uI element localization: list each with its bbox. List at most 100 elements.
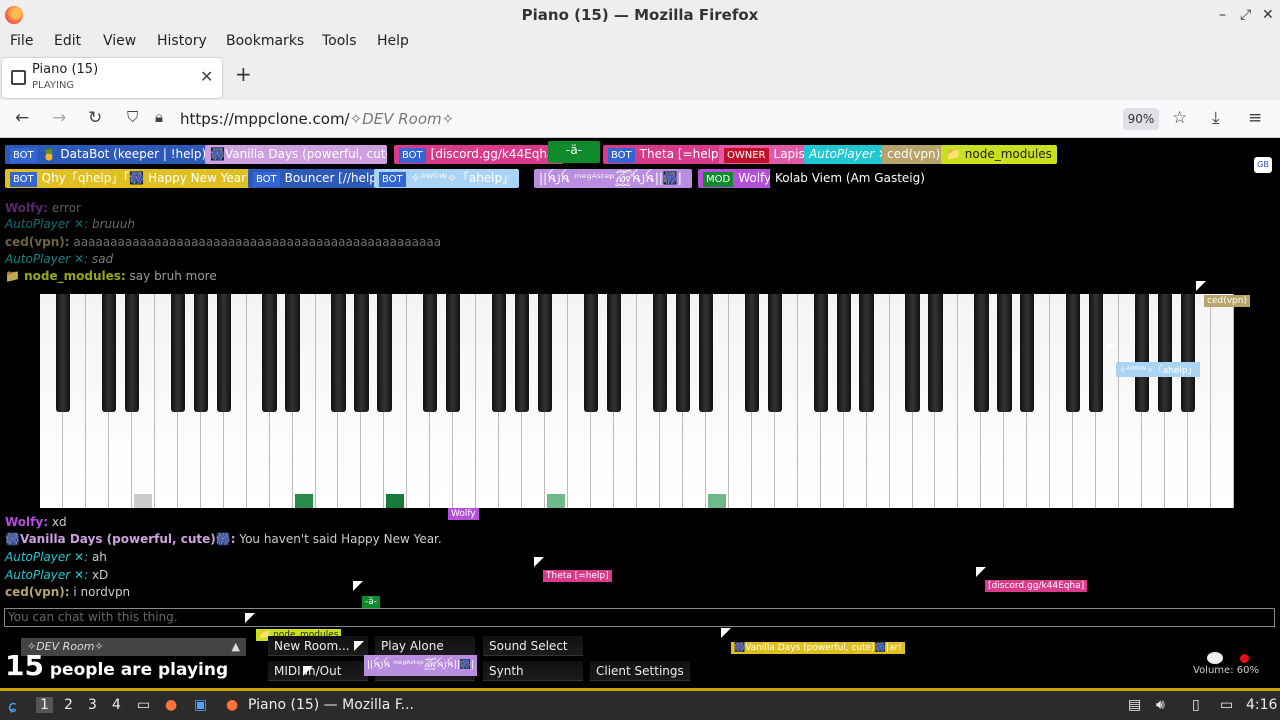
- new-room-button[interactable]: New Room...: [268, 636, 368, 656]
- black-key[interactable]: [1020, 294, 1035, 412]
- chat-input[interactable]: You can chat with this thing.: [4, 608, 1275, 627]
- black-key[interactable]: [515, 294, 530, 412]
- player-node-modules[interactable]: 📁 node_modules: [941, 145, 1057, 164]
- black-key[interactable]: [354, 294, 369, 412]
- sound-select-button[interactable]: Sound Select: [483, 636, 583, 656]
- reload-icon[interactable]: ↻: [88, 108, 102, 128]
- player-ced[interactable]: ced(vpn): [882, 145, 946, 164]
- taskbar-app-firefox[interactable]: Piano (15) — Mozilla F...: [248, 697, 414, 713]
- black-key[interactable]: [698, 294, 713, 412]
- black-key[interactable]: [262, 294, 277, 412]
- menu-bookmarks[interactable]: Bookmarks: [226, 33, 304, 49]
- menu-edit[interactable]: Edit: [54, 33, 81, 49]
- menu-help[interactable]: Help: [377, 33, 409, 49]
- lock-icon[interactable]: 🔒︎: [155, 108, 163, 126]
- player-bouncer[interactable]: BOT Bouncer [//help]: [248, 169, 387, 188]
- zoom-level[interactable]: 90%: [1123, 108, 1159, 130]
- player-wolfy[interactable]: MOD Wolfy: [698, 169, 777, 188]
- player-lapis[interactable]: OWNER Lapis: [719, 145, 810, 164]
- menu-history[interactable]: History: [157, 33, 207, 49]
- minimize-icon[interactable]: –: [1219, 0, 1226, 30]
- start-menu-icon[interactable]: ɕ: [8, 697, 17, 716]
- black-key[interactable]: [813, 294, 828, 412]
- workspace-4[interactable]: 4: [112, 697, 121, 713]
- bookmark-star-icon[interactable]: ☆: [1172, 108, 1187, 128]
- volume-knob-icon[interactable]: [1207, 652, 1223, 664]
- black-key[interactable]: [606, 294, 622, 412]
- player-name: Qhy「qhelp」「🎆 Happy New Year!」: [41, 171, 263, 185]
- black-key[interactable]: [216, 294, 231, 412]
- black-key[interactable]: [974, 294, 989, 412]
- maximize-icon[interactable]: ⤢: [1240, 0, 1251, 30]
- menu-view[interactable]: View: [103, 33, 136, 49]
- workspace-3[interactable]: 3: [88, 697, 97, 713]
- close-window-icon[interactable]: ✕: [1262, 0, 1274, 30]
- workspace-2[interactable]: 2: [64, 697, 73, 713]
- firefox-launcher-icon[interactable]: ●: [165, 697, 177, 713]
- black-key[interactable]: [859, 294, 874, 412]
- player-theta[interactable]: BOT Theta [=help]: [603, 145, 729, 164]
- notes-icon[interactable]: ▯: [1192, 697, 1200, 713]
- black-key[interactable]: [101, 294, 116, 412]
- black-key[interactable]: [492, 294, 507, 412]
- black-key[interactable]: [538, 294, 553, 412]
- black-key[interactable]: [193, 294, 208, 412]
- black-key[interactable]: [423, 294, 438, 412]
- black-key[interactable]: [377, 294, 392, 412]
- display-icon[interactable]: ▭: [1220, 697, 1233, 713]
- black-key[interactable]: [446, 294, 461, 412]
- white-key[interactable]: [1211, 294, 1234, 508]
- black-key[interactable]: [170, 294, 185, 412]
- player-awow[interactable]: BOT ✧ᴬᵂᴼᵂ✧「ahelp」: [374, 169, 520, 188]
- black-key[interactable]: [652, 294, 668, 412]
- black-key[interactable]: [1180, 294, 1196, 412]
- chat-message: AutoPlayer ✕: xD: [5, 568, 109, 582]
- download-icon[interactable]: ⤓: [1212, 108, 1220, 128]
- speaker-icon[interactable]: 🔊︎: [1156, 697, 1165, 713]
- black-key[interactable]: [1089, 294, 1104, 412]
- black-key[interactable]: [744, 294, 759, 412]
- forward-icon[interactable]: →: [52, 108, 66, 128]
- tab-piano[interactable]: Piano (15) PLAYING ✕: [2, 58, 222, 98]
- menu-tools[interactable]: Tools: [322, 33, 357, 49]
- hamburger-menu-icon[interactable]: ≡: [1248, 108, 1262, 128]
- black-key[interactable]: [997, 294, 1012, 412]
- file-manager-icon[interactable]: ▭: [137, 697, 150, 713]
- piano-keyboard[interactable]: [40, 294, 1234, 508]
- black-key[interactable]: [905, 294, 920, 412]
- player-megastep[interactable]: ||ꫝ꠸ꫝ ᵐᵉᵍᴬˢᵗᵉᵖ꫞ꫝ꠸ꫝ||🎆|: [534, 169, 692, 188]
- black-key[interactable]: [928, 294, 943, 412]
- black-key[interactable]: [1135, 294, 1150, 412]
- translate-icon[interactable]: GB: [1254, 157, 1272, 173]
- player-vanilla[interactable]: 🎆Vanilla Days (powerful, cute)🎆: [205, 145, 387, 164]
- black-key[interactable]: [675, 294, 691, 412]
- close-tab-icon[interactable]: ✕: [200, 67, 213, 86]
- synth-button[interactable]: Synth: [483, 661, 583, 681]
- play-alone-button[interactable]: Play Alone: [375, 636, 475, 656]
- menu-file[interactable]: File: [10, 33, 33, 49]
- clipboard-icon[interactable]: ▤: [1128, 697, 1141, 713]
- player-databot[interactable]: BOT 🍍 DataBot (keeper | !help) 🍍: [5, 145, 230, 164]
- player-autoplayer[interactable]: AutoPlayer ✕: [804, 145, 894, 164]
- black-key[interactable]: [1066, 294, 1081, 412]
- player-a[interactable]: -ä-: [548, 141, 600, 163]
- black-key[interactable]: [331, 294, 346, 412]
- black-key[interactable]: [1157, 294, 1173, 412]
- shield-icon[interactable]: ⛉: [127, 108, 138, 126]
- black-key[interactable]: [285, 294, 300, 412]
- player-discord[interactable]: BOT [discord.gg/k44Eqha]: [394, 145, 564, 164]
- back-icon[interactable]: ←: [15, 108, 29, 128]
- player-qhy[interactable]: BOT Qhy「qhelp」「🎆 Happy New Year!」: [5, 169, 268, 188]
- black-key[interactable]: [124, 294, 139, 412]
- terminal-icon[interactable]: ▣: [194, 697, 207, 713]
- url-bar[interactable]: https://mppclone.com/✧DEV Room✧: [180, 110, 454, 128]
- black-key[interactable]: [583, 294, 599, 412]
- player-kolab[interactable]: Kolab Viem (Am Gasteig): [770, 169, 930, 188]
- black-key[interactable]: [767, 294, 782, 412]
- client-settings-button[interactable]: Client Settings: [590, 661, 690, 681]
- workspace-1[interactable]: 1: [36, 697, 53, 713]
- new-tab-icon[interactable]: +: [235, 62, 252, 86]
- black-key[interactable]: [836, 294, 851, 412]
- midi-button[interactable]: MIDI In/Out: [268, 661, 368, 681]
- black-key[interactable]: [55, 294, 71, 412]
